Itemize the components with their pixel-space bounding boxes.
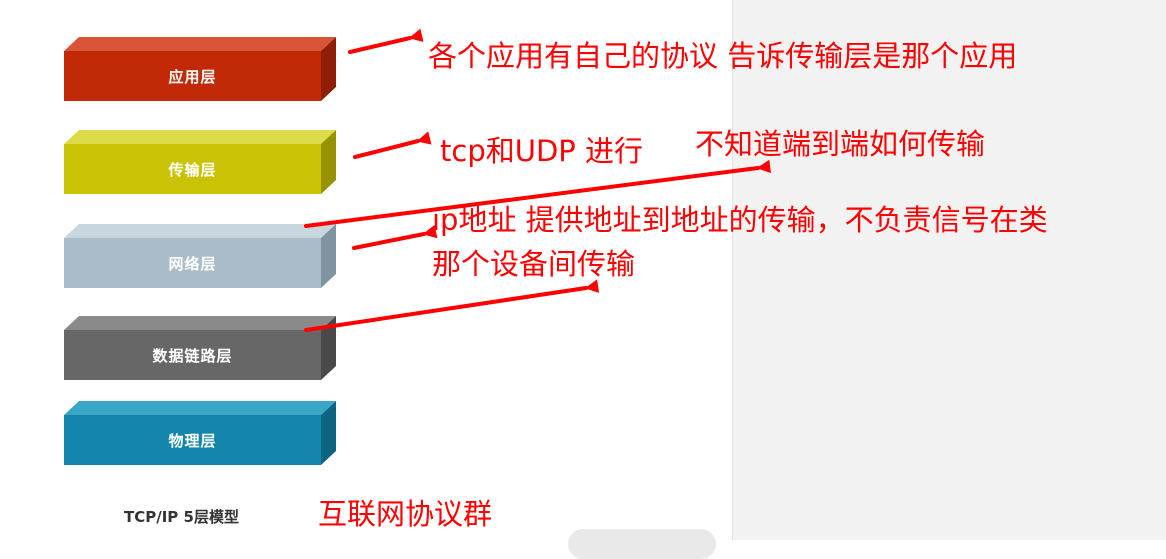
- note-transport: tcp和UDP 进行: [440, 134, 643, 168]
- note-end-to-end: 不知道端到端如何传输: [695, 127, 986, 161]
- arrow-data-link: [304, 279, 600, 332]
- caption-note: 互联网协议群: [318, 497, 493, 531]
- note-network-line2: 那个设备间传输: [432, 247, 636, 281]
- note-application: 各个应用有自己的协议 告诉传输层是那个应用: [428, 39, 1018, 73]
- arrow-network: [352, 224, 438, 250]
- note-network-line1: ip地址 提供地址到地址的传输，不负责信号在类: [432, 203, 1048, 237]
- diagram-caption: TCP/IP 5层模型: [124, 508, 239, 526]
- arrow-application: [348, 28, 424, 54]
- arrow-transport: [353, 131, 432, 159]
